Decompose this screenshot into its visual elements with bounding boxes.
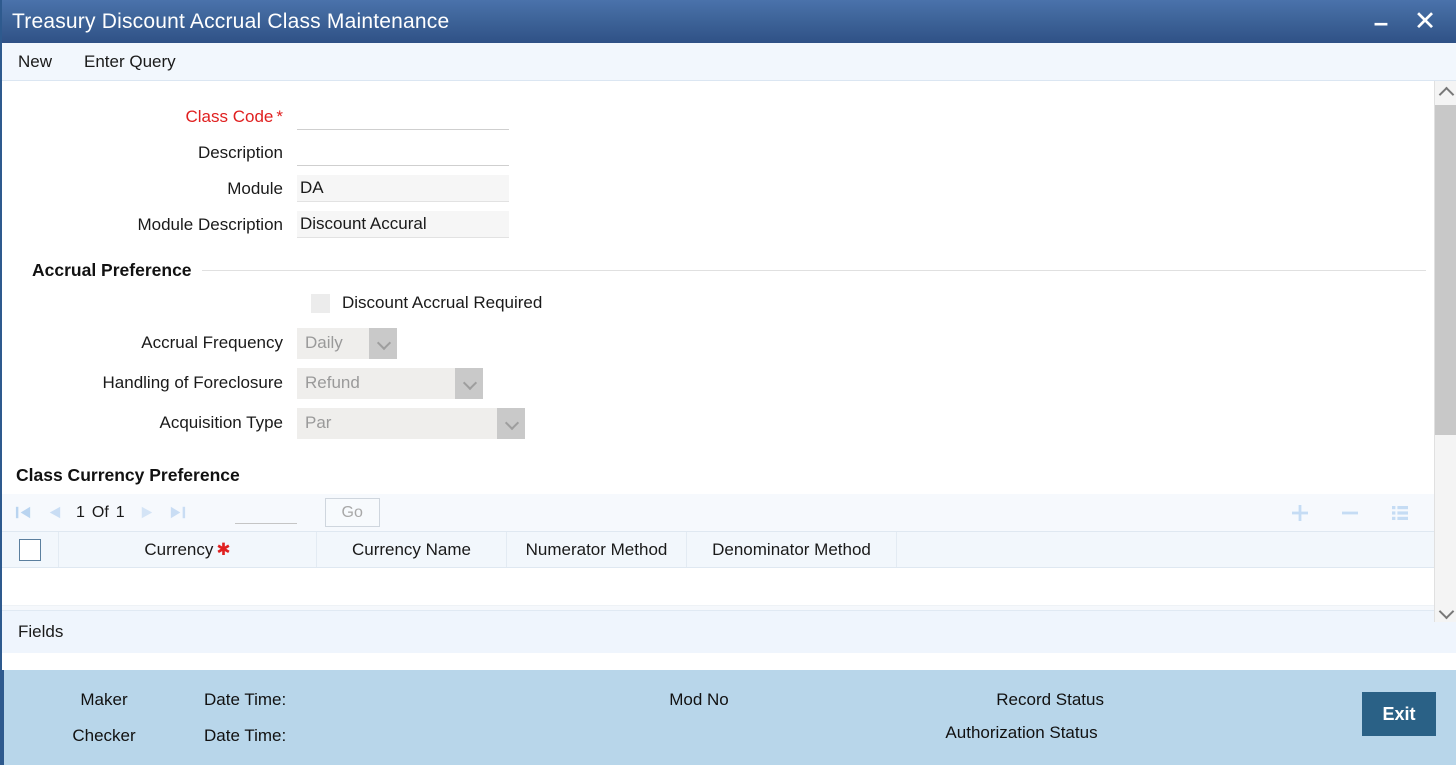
title-bar: Treasury Discount Accrual Class Maintena… (2, 0, 1456, 43)
label-module: Module (227, 178, 283, 198)
window-title: Treasury Discount Accrual Class Maintena… (12, 9, 450, 33)
application-window: Treasury Discount Accrual Class Maintena… (0, 0, 1456, 765)
window-vertical-scrollbar[interactable] (1434, 81, 1456, 622)
module-input[interactable] (297, 175, 509, 202)
grid-toolbar: 1 Of 1 Go (2, 494, 1456, 531)
discount-accrual-required-checkbox[interactable] (311, 293, 330, 313)
scroll-down-icon[interactable] (1434, 598, 1456, 622)
footer-mod-no-column: Mod No (554, 682, 844, 765)
select-row-accrual-frequency: Accrual Frequency Daily (2, 323, 1456, 363)
fields-strip: Fields (2, 610, 1456, 653)
page-number-input[interactable] (234, 501, 297, 524)
accrual-frequency-select[interactable]: Daily (297, 327, 397, 359)
footer-authorization-status-label: Authorization Status (945, 723, 1098, 742)
exit-button[interactable]: Exit (1362, 692, 1436, 736)
scrollbar-thumb[interactable] (1434, 105, 1456, 435)
label-discount-accrual-required: Discount Accrual Required (342, 293, 543, 312)
window-controls: – ✕ (1370, 0, 1448, 43)
grid-header-row: Currency ✱ Currency Name Numerator Method… (2, 531, 1456, 607)
go-button[interactable]: Go (324, 498, 380, 527)
label-class-code: Class Code * (185, 106, 284, 126)
section-accrual-preference: Accrual Preference (2, 260, 1456, 281)
handling-of-foreclosure-select[interactable]: Refund (297, 367, 483, 399)
label-module-description: Module Description (137, 214, 283, 234)
total-pages: 1 (115, 503, 125, 521)
table-row[interactable] (2, 568, 1456, 606)
class-currency-preference-grid: Class Currency Preference 1 Of 1 Go Curr… (2, 465, 1456, 610)
form-scroll-region: Class Code* Description Module Module De… (2, 81, 1456, 610)
remove-row-icon[interactable] (1340, 503, 1360, 523)
menu-item-new[interactable]: New (18, 52, 52, 72)
grid-tools (1290, 494, 1410, 531)
footer-maker-label: Maker (80, 690, 128, 709)
footer-audit-bar: Maker Checker Date Time: Date Time: Mod … (2, 670, 1456, 765)
last-page-icon[interactable] (168, 503, 187, 522)
section-title-class-currency-preference: Class Currency Preference (16, 465, 240, 485)
next-page-icon[interactable] (137, 503, 156, 522)
menu-bar: New Enter Query (2, 43, 1456, 81)
field-row-module-description: Module Description (2, 207, 1456, 242)
list-options-icon[interactable] (1390, 503, 1410, 523)
current-page: 1 (76, 503, 85, 521)
footer-checker-datetime-label: Date Time: (204, 726, 287, 745)
grid-header-checkbox-cell (2, 532, 59, 567)
field-row-class-code: Class Code * (2, 99, 1456, 134)
accrual-frequency-value: Daily (297, 327, 369, 359)
label-accrual-frequency: Accrual Frequency (141, 333, 283, 352)
section-title-accrual-preference: Accrual Preference (32, 260, 192, 280)
column-header-denominator-method[interactable]: Denominator Method (687, 532, 897, 567)
handling-of-foreclosure-value: Refund (297, 367, 455, 399)
page-of-label: Of (91, 503, 109, 521)
close-icon[interactable]: ✕ (1414, 8, 1437, 35)
label-description: Description (197, 142, 283, 162)
chevron-down-icon[interactable] (497, 407, 525, 439)
chevron-down-icon[interactable] (455, 367, 483, 399)
module-description-input[interactable] (297, 211, 509, 238)
grid-bottom-filler (2, 606, 1456, 610)
select-all-checkbox[interactable] (19, 538, 41, 561)
checkbox-row-discount-accrual-required: Discount Accrual Required (2, 287, 1456, 319)
description-input[interactable] (297, 139, 509, 166)
page-indicator: 1 Of 1 (76, 504, 125, 522)
column-header-currency[interactable]: Currency ✱ (59, 532, 317, 567)
scroll-up-icon[interactable] (1434, 81, 1456, 105)
field-row-description: Description (2, 135, 1456, 170)
footer-checker-label: Checker (72, 726, 136, 745)
previous-page-icon[interactable] (45, 503, 64, 522)
section-class-currency-preference: Class Currency Preference (2, 465, 1456, 486)
column-header-currency-name[interactable]: Currency Name (317, 532, 507, 567)
footer-maker-datetime-label: Date Time: (204, 690, 287, 709)
footer-datetime-column: Date Time: Date Time: (204, 682, 554, 765)
minimize-icon[interactable]: – (1370, 9, 1392, 35)
footer-maker-column: Maker Checker (4, 682, 204, 765)
fields-link[interactable]: Fields (18, 622, 63, 642)
scrollbar-track[interactable] (1434, 105, 1456, 598)
section-divider (201, 270, 1426, 271)
column-header-numerator-method[interactable]: Numerator Method (507, 532, 687, 567)
acquisition-type-value: Par (297, 407, 497, 439)
footer-record-status-label: Record Status (996, 690, 1104, 709)
footer-status-column: Record Status Authorization Status (844, 682, 1104, 765)
grid-pager: 1 Of 1 Go (14, 498, 380, 527)
footer-mod-no-label: Mod No (669, 690, 729, 709)
acquisition-type-select[interactable]: Par (297, 407, 525, 439)
select-row-handling-of-foreclosure: Handling of Foreclosure Refund (2, 363, 1456, 403)
column-header-filler (897, 532, 1456, 567)
first-page-icon[interactable] (14, 503, 33, 522)
form-body: Class Code* Description Module Module De… (2, 81, 1456, 610)
label-acquisition-type: Acquisition Type (159, 413, 283, 432)
select-row-acquisition-type: Acquisition Type Par (2, 403, 1456, 443)
field-row-module: Module (2, 171, 1456, 206)
add-row-icon[interactable] (1290, 503, 1310, 523)
class-code-input[interactable] (297, 103, 509, 130)
label-handling-of-foreclosure: Handling of Foreclosure (102, 373, 283, 392)
menu-item-enter-query[interactable]: Enter Query (84, 52, 176, 72)
chevron-down-icon[interactable] (369, 327, 397, 359)
